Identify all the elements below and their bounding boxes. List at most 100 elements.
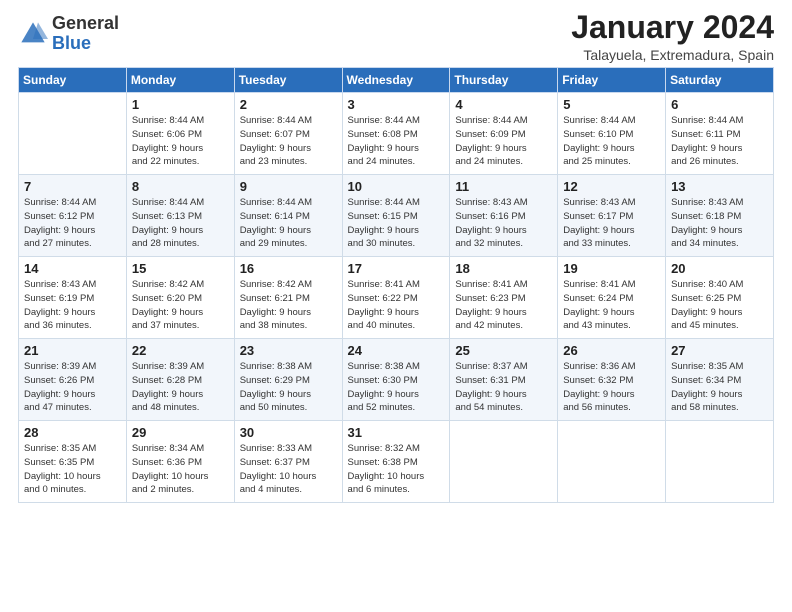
- day-info: Sunrise: 8:32 AM Sunset: 6:38 PM Dayligh…: [348, 442, 445, 497]
- calendar-cell: 13 Sunrise: 8:43 AM Sunset: 6:18 PM Dayli…: [666, 175, 774, 257]
- day-number: 17: [348, 261, 445, 276]
- day-number: 11: [455, 179, 552, 194]
- calendar-cell: 3Sunrise: 8:44 AM Sunset: 6:08 PM Daylig…: [342, 93, 450, 175]
- calendar-cell: 16 Sunrise: 8:42 AM Sunset: 6:21 PM Dayli…: [234, 257, 342, 339]
- day-number: 31: [348, 425, 445, 440]
- day-number: 18: [455, 261, 552, 276]
- calendar-cell: [19, 93, 127, 175]
- calendar-cell: 12 Sunrise: 8:43 AM Sunset: 6:17 PM Dayli…: [558, 175, 666, 257]
- day-number: 23: [240, 343, 337, 358]
- week-row-3: 14Sunrise: 8:43 AM Sunset: 6:19 PM Dayli…: [19, 257, 774, 339]
- weekday-header-monday: Monday: [126, 68, 234, 93]
- calendar-cell: 23 Sunrise: 8:38 AM Sunset: 6:29 PM Dayli…: [234, 339, 342, 421]
- calendar-subtitle: Talayuela, Extremadura, Spain: [571, 47, 774, 63]
- calendar-cell: 9Sunrise: 8:44 AM Sunset: 6:14 PM Daylig…: [234, 175, 342, 257]
- weekday-header-sunday: Sunday: [19, 68, 127, 93]
- day-number: 29: [132, 425, 229, 440]
- calendar-cell: 25 Sunrise: 8:37 AM Sunset: 6:31 PM Dayli…: [450, 339, 558, 421]
- weekday-header-wednesday: Wednesday: [342, 68, 450, 93]
- calendar-cell: 6 Sunrise: 8:44 AM Sunset: 6:11 PM Daylig…: [666, 93, 774, 175]
- calendar-cell: 26 Sunrise: 8:36 AM Sunset: 6:32 PM Dayli…: [558, 339, 666, 421]
- day-info: Sunrise: 8:41 AM Sunset: 6:24 PM Dayligh…: [563, 278, 660, 333]
- logo-icon: [18, 19, 48, 49]
- calendar-cell: 22 Sunrise: 8:39 AM Sunset: 6:28 PM Dayli…: [126, 339, 234, 421]
- day-info: Sunrise: 8:39 AM Sunset: 6:26 PM Dayligh…: [24, 360, 121, 415]
- weekday-header-thursday: Thursday: [450, 68, 558, 93]
- calendar-cell: [666, 421, 774, 503]
- day-info: Sunrise: 8:44 AM Sunset: 6:11 PM Dayligh…: [671, 114, 768, 169]
- day-number: 16: [240, 261, 337, 276]
- day-number: 13: [671, 179, 768, 194]
- day-number: 12: [563, 179, 660, 194]
- day-number: 1: [132, 97, 229, 112]
- calendar-cell: 10 Sunrise: 8:44 AM Sunset: 6:15 PM Dayli…: [342, 175, 450, 257]
- week-row-1: 1 Sunrise: 8:44 AM Sunset: 6:06 PM Daylig…: [19, 93, 774, 175]
- calendar-cell: 21 Sunrise: 8:39 AM Sunset: 6:26 PM Dayli…: [19, 339, 127, 421]
- day-number: 10: [348, 179, 445, 194]
- weekday-header-tuesday: Tuesday: [234, 68, 342, 93]
- day-info: Sunrise: 8:38 AM Sunset: 6:29 PM Dayligh…: [240, 360, 337, 415]
- day-number: 3: [348, 97, 445, 112]
- day-info: Sunrise: 8:41 AM Sunset: 6:23 PM Dayligh…: [455, 278, 552, 333]
- calendar-cell: 28 Sunrise: 8:35 AM Sunset: 6:35 PM Dayli…: [19, 421, 127, 503]
- day-number: 8: [132, 179, 229, 194]
- calendar-cell: 7 Sunrise: 8:44 AM Sunset: 6:12 PM Daylig…: [19, 175, 127, 257]
- calendar-title: January 2024: [571, 10, 774, 45]
- logo-general-text: General: [52, 13, 119, 33]
- calendar-cell: 30 Sunrise: 8:33 AM Sunset: 6:37 PM Dayli…: [234, 421, 342, 503]
- weekday-header-row: SundayMondayTuesdayWednesdayThursdayFrid…: [19, 68, 774, 93]
- calendar-cell: 11Sunrise: 8:43 AM Sunset: 6:16 PM Dayli…: [450, 175, 558, 257]
- calendar-cell: 20 Sunrise: 8:40 AM Sunset: 6:25 PM Dayli…: [666, 257, 774, 339]
- day-info: Sunrise: 8:43 AM Sunset: 6:19 PM Dayligh…: [24, 278, 121, 333]
- calendar-cell: 8 Sunrise: 8:44 AM Sunset: 6:13 PM Daylig…: [126, 175, 234, 257]
- calendar-page: General Blue January 2024 Talayuela, Ext…: [0, 0, 792, 612]
- day-number: 7: [24, 179, 121, 194]
- day-info: Sunrise: 8:34 AM Sunset: 6:36 PM Dayligh…: [132, 442, 229, 497]
- calendar-table: SundayMondayTuesdayWednesdayThursdayFrid…: [18, 67, 774, 503]
- calendar-cell: 19Sunrise: 8:41 AM Sunset: 6:24 PM Dayli…: [558, 257, 666, 339]
- day-number: 22: [132, 343, 229, 358]
- logo-blue-text: Blue: [52, 33, 91, 53]
- day-info: Sunrise: 8:43 AM Sunset: 6:18 PM Dayligh…: [671, 196, 768, 251]
- day-info: Sunrise: 8:44 AM Sunset: 6:06 PM Dayligh…: [132, 114, 229, 169]
- title-block: January 2024 Talayuela, Extremadura, Spa…: [571, 10, 774, 63]
- week-row-4: 21 Sunrise: 8:39 AM Sunset: 6:26 PM Dayli…: [19, 339, 774, 421]
- day-number: 2: [240, 97, 337, 112]
- day-info: Sunrise: 8:44 AM Sunset: 6:09 PM Dayligh…: [455, 114, 552, 169]
- day-info: Sunrise: 8:42 AM Sunset: 6:21 PM Dayligh…: [240, 278, 337, 333]
- day-number: 20: [671, 261, 768, 276]
- day-number: 30: [240, 425, 337, 440]
- day-number: 26: [563, 343, 660, 358]
- day-number: 5: [563, 97, 660, 112]
- day-info: Sunrise: 8:44 AM Sunset: 6:07 PM Dayligh…: [240, 114, 337, 169]
- day-info: Sunrise: 8:42 AM Sunset: 6:20 PM Dayligh…: [132, 278, 229, 333]
- week-row-5: 28 Sunrise: 8:35 AM Sunset: 6:35 PM Dayli…: [19, 421, 774, 503]
- day-number: 21: [24, 343, 121, 358]
- day-number: 28: [24, 425, 121, 440]
- day-info: Sunrise: 8:39 AM Sunset: 6:28 PM Dayligh…: [132, 360, 229, 415]
- week-row-2: 7 Sunrise: 8:44 AM Sunset: 6:12 PM Daylig…: [19, 175, 774, 257]
- day-info: Sunrise: 8:35 AM Sunset: 6:34 PM Dayligh…: [671, 360, 768, 415]
- day-info: Sunrise: 8:44 AM Sunset: 6:13 PM Dayligh…: [132, 196, 229, 251]
- day-info: Sunrise: 8:44 AM Sunset: 6:12 PM Dayligh…: [24, 196, 121, 251]
- calendar-cell: 31 Sunrise: 8:32 AM Sunset: 6:38 PM Dayli…: [342, 421, 450, 503]
- day-info: Sunrise: 8:36 AM Sunset: 6:32 PM Dayligh…: [563, 360, 660, 415]
- day-info: Sunrise: 8:37 AM Sunset: 6:31 PM Dayligh…: [455, 360, 552, 415]
- day-info: Sunrise: 8:40 AM Sunset: 6:25 PM Dayligh…: [671, 278, 768, 333]
- day-number: 6: [671, 97, 768, 112]
- calendar-cell: 29 Sunrise: 8:34 AM Sunset: 6:36 PM Dayli…: [126, 421, 234, 503]
- day-info: Sunrise: 8:44 AM Sunset: 6:15 PM Dayligh…: [348, 196, 445, 251]
- day-number: 25: [455, 343, 552, 358]
- calendar-cell: 5Sunrise: 8:44 AM Sunset: 6:10 PM Daylig…: [558, 93, 666, 175]
- weekday-header-friday: Friday: [558, 68, 666, 93]
- header: General Blue January 2024 Talayuela, Ext…: [18, 10, 774, 63]
- calendar-cell: 1 Sunrise: 8:44 AM Sunset: 6:06 PM Daylig…: [126, 93, 234, 175]
- day-number: 4: [455, 97, 552, 112]
- day-info: Sunrise: 8:43 AM Sunset: 6:17 PM Dayligh…: [563, 196, 660, 251]
- calendar-cell: 27Sunrise: 8:35 AM Sunset: 6:34 PM Dayli…: [666, 339, 774, 421]
- calendar-cell: 2 Sunrise: 8:44 AM Sunset: 6:07 PM Daylig…: [234, 93, 342, 175]
- day-info: Sunrise: 8:35 AM Sunset: 6:35 PM Dayligh…: [24, 442, 121, 497]
- day-info: Sunrise: 8:33 AM Sunset: 6:37 PM Dayligh…: [240, 442, 337, 497]
- day-number: 9: [240, 179, 337, 194]
- calendar-cell: 14Sunrise: 8:43 AM Sunset: 6:19 PM Dayli…: [19, 257, 127, 339]
